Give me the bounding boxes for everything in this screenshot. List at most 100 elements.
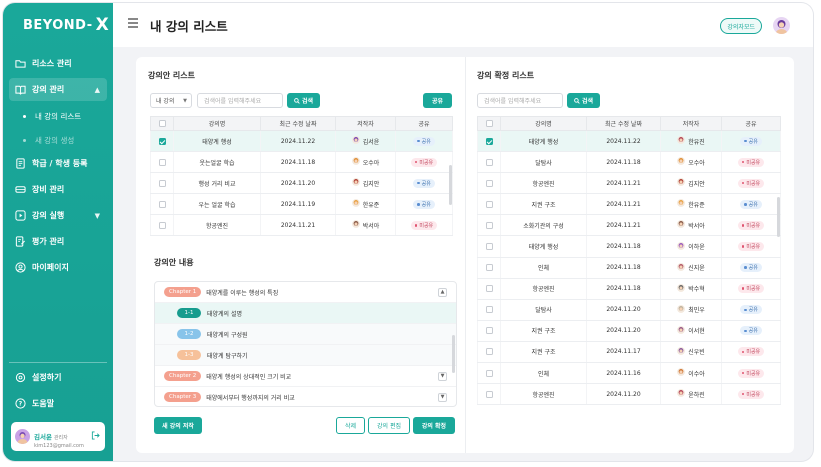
row-checkbox[interactable]: [158, 200, 166, 208]
row-checkbox[interactable]: [158, 179, 166, 187]
filter-select[interactable]: 내 강의 ▼: [150, 93, 192, 108]
row-select-cell[interactable]: [477, 235, 501, 258]
select-all-checkbox[interactable]: [158, 120, 166, 127]
row-select-cell[interactable]: [150, 130, 174, 153]
select-all-cell[interactable]: [150, 116, 174, 131]
section-row[interactable]: 1-1 태양계의 설명: [155, 303, 456, 324]
table-row[interactable]: 태양계 행성 2024.11.22 한유진 공유: [477, 130, 781, 153]
section-row[interactable]: 1-2 태양계의 구성원: [155, 324, 456, 345]
row-select-cell[interactable]: [477, 341, 501, 364]
chapter-row[interactable]: Chapter 1 태양계를 이루는 행성의 특징 ▲: [155, 282, 456, 303]
delete-button[interactable]: 삭제: [336, 417, 365, 434]
table-row[interactable]: 항공엔진 2024.11.20 윤하린 미공유: [477, 383, 781, 406]
row-checkbox[interactable]: [158, 137, 166, 145]
confirmed-search-input[interactable]: 검색어를 입력해주세요: [477, 93, 563, 108]
chevron-up-icon[interactable]: ▲: [438, 287, 447, 297]
row-checkbox[interactable]: [485, 264, 493, 272]
row-select-cell[interactable]: [477, 151, 501, 174]
menu-icon[interactable]: [128, 18, 138, 30]
chevron-down-icon[interactable]: ▼: [438, 392, 447, 402]
chapter-row[interactable]: Chapter 3 태양에서부터 행성까지의 거리 비교 ▼: [155, 387, 456, 406]
section-row[interactable]: 1-3 태양계 탐구하기: [155, 345, 456, 366]
share-button[interactable]: 공유: [423, 93, 452, 108]
row-checkbox[interactable]: [485, 306, 493, 314]
select-all-checkbox[interactable]: [485, 120, 493, 127]
column-header[interactable]: 공유: [721, 116, 781, 131]
column-header[interactable]: 최근 수정 날짜: [260, 116, 336, 131]
row-checkbox[interactable]: [485, 285, 493, 293]
sidebar-item-help[interactable]: ? 도움말: [9, 392, 107, 415]
sidebar-subitem[interactable]: 내 강의 리스트: [9, 104, 107, 128]
select-all-cell[interactable]: [477, 116, 501, 131]
column-header[interactable]: 강의명: [173, 116, 261, 131]
draft-search-input[interactable]: 검색어를 입력해주세요: [197, 93, 283, 108]
column-header[interactable]: 공유: [395, 116, 453, 131]
table-row[interactable]: 지권 구조 2024.11.20 이서현 공유: [477, 320, 781, 342]
row-select-cell[interactable]: [150, 193, 174, 216]
row-select-cell[interactable]: [477, 172, 501, 195]
table-row[interactable]: 태양계 행성 2024.11.22 김서윤 공유: [150, 130, 453, 153]
row-select-cell[interactable]: [477, 130, 501, 153]
row-select-cell[interactable]: [477, 299, 501, 321]
row-checkbox[interactable]: [485, 348, 493, 356]
sidebar-subitem[interactable]: 새 강의 생성: [9, 128, 107, 152]
row-select-cell[interactable]: [150, 172, 174, 195]
sidebar-item-folder[interactable]: 리소스 관리: [9, 52, 107, 75]
table-row[interactable]: 웃는얼굴 학습 2024.11.18 오수아 미공유: [150, 151, 453, 174]
row-checkbox[interactable]: [158, 221, 166, 229]
row-checkbox[interactable]: [485, 327, 493, 335]
table-row[interactable]: 우는 얼굴 학습 2024.11.19 한유준 공유: [150, 193, 453, 216]
sidebar-item-document[interactable]: 학급 / 학생 등록: [9, 152, 107, 175]
column-header[interactable]: 최근 수정 날짜: [586, 116, 661, 131]
row-checkbox[interactable]: [485, 179, 493, 187]
sidebar-item-edit-doc[interactable]: 평가 관리: [9, 230, 107, 253]
row-checkbox[interactable]: [485, 200, 493, 208]
logout-icon[interactable]: [91, 431, 100, 443]
draft-table-scrollbar[interactable]: [449, 165, 452, 205]
row-select-cell[interactable]: [477, 320, 501, 342]
table-row[interactable]: 인체 2024.11.16 이수아 미공유: [477, 362, 781, 385]
tree-scrollbar[interactable]: [452, 335, 455, 373]
confirm-lecture-button[interactable]: 강의 확정: [413, 417, 455, 434]
header-avatar[interactable]: [773, 17, 790, 34]
row-select-cell[interactable]: [477, 214, 501, 237]
table-row[interactable]: 달탐사 2024.11.20 최민우 공유: [477, 299, 781, 321]
row-select-cell[interactable]: [477, 362, 501, 385]
draft-search-button[interactable]: 검색: [287, 93, 320, 108]
row-checkbox[interactable]: [158, 158, 166, 166]
table-row[interactable]: 소화기관의 구성 2024.11.21 박서아 미공유: [477, 214, 781, 237]
row-checkbox[interactable]: [485, 137, 493, 145]
row-checkbox[interactable]: [485, 390, 493, 398]
chapter-row[interactable]: Chapter 2 태양계 행성의 상대적인 크기 비교 ▼: [155, 366, 456, 387]
row-checkbox[interactable]: [485, 221, 493, 229]
table-row[interactable]: 달탐사 2024.11.18 오수아 미공유: [477, 151, 781, 174]
row-checkbox[interactable]: [485, 158, 493, 166]
row-select-cell[interactable]: [150, 214, 174, 237]
table-row[interactable]: 행성 거리 비교 2024.11.20 김지안 공유: [150, 172, 453, 195]
column-header[interactable]: 저작자: [660, 116, 722, 131]
row-select-cell[interactable]: [477, 193, 501, 216]
new-lecture-button[interactable]: 새 강의 저작: [154, 417, 202, 434]
row-checkbox[interactable]: [485, 369, 493, 377]
table-row[interactable]: 항공엔진 2024.11.21 박서아 미공유: [150, 214, 453, 237]
row-checkbox[interactable]: [485, 243, 493, 251]
table-row[interactable]: 태양계 행성 2024.11.18 이하윤 미공유: [477, 235, 781, 258]
confirmed-table-scrollbar[interactable]: [777, 197, 780, 237]
row-select-cell[interactable]: [477, 257, 501, 279]
column-header[interactable]: 강의명: [500, 116, 587, 131]
user-card[interactable]: 김서윤 관리자 kim123@gmail.com: [11, 422, 105, 451]
mode-toggle-button[interactable]: 강의자모드: [720, 18, 762, 34]
table-row[interactable]: 인체 2024.11.18 신지윤 공유: [477, 257, 781, 279]
column-header[interactable]: 저작자: [335, 116, 396, 131]
table-row[interactable]: 지권 구조 2024.11.17 신우빈 미공유: [477, 341, 781, 364]
sidebar-item-settings[interactable]: 설정하기: [9, 366, 107, 389]
table-row[interactable]: 항공엔진 2024.11.18 박수혁 미공유: [477, 278, 781, 300]
sidebar-item-user[interactable]: 마이페이지: [9, 256, 107, 279]
row-select-cell[interactable]: [150, 151, 174, 174]
edit-lecture-button[interactable]: 강의 편집: [368, 417, 410, 434]
table-row[interactable]: 항공엔진 2024.11.21 김지안 미공유: [477, 172, 781, 195]
sidebar-item-car[interactable]: 장비 관리: [9, 178, 107, 201]
table-row[interactable]: 지권 구조 2024.11.21 한유준 공유: [477, 193, 781, 216]
logo[interactable]: BEYOND- X: [23, 15, 109, 35]
row-select-cell[interactable]: [477, 383, 501, 406]
